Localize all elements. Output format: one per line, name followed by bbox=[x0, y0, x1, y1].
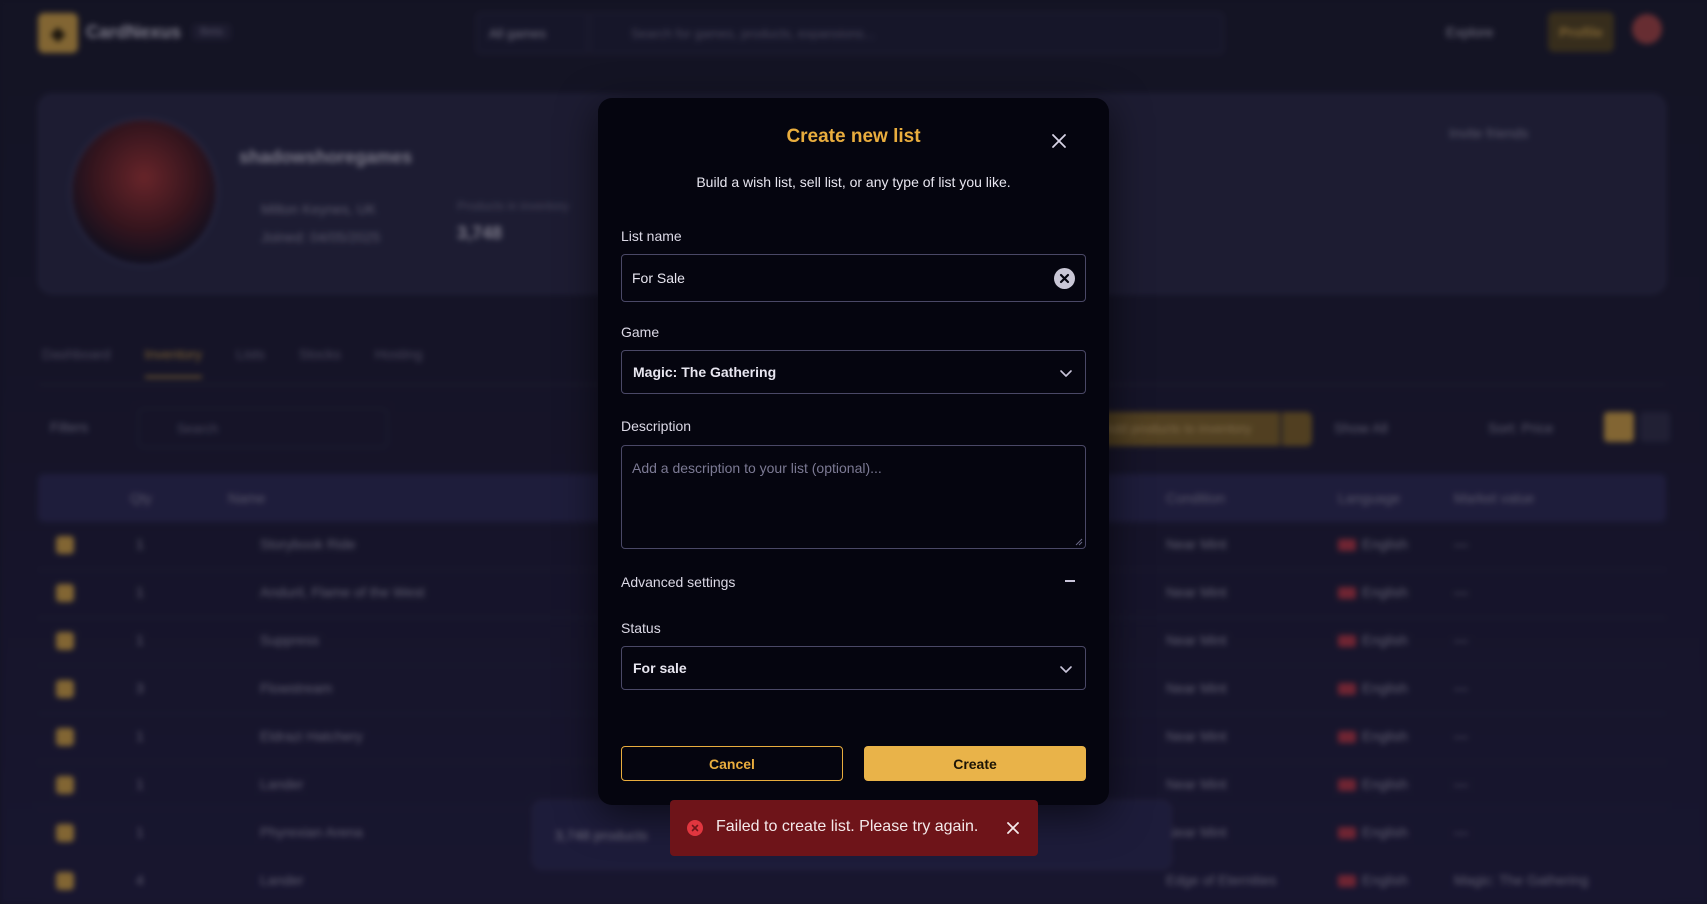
clear-icon bbox=[1059, 273, 1070, 284]
advanced-settings-label[interactable]: Advanced settings bbox=[621, 574, 735, 590]
close-button[interactable] bbox=[1044, 126, 1074, 156]
game-select[interactable]: Magic: The Gathering bbox=[621, 350, 1086, 394]
status-select[interactable]: For sale bbox=[621, 646, 1086, 690]
create-list-modal: Create new list Build a wish list, sell … bbox=[598, 98, 1109, 805]
modal-title: Create new list bbox=[786, 126, 921, 147]
toast-message: Failed to create list. Please try again. bbox=[716, 818, 979, 835]
chevron-down-icon bbox=[1060, 370, 1072, 377]
description-textarea[interactable]: Add a description to your list (optional… bbox=[621, 445, 1086, 549]
game-label: Game bbox=[621, 324, 660, 340]
status-label: Status bbox=[621, 620, 661, 636]
collapse-icon[interactable] bbox=[1061, 574, 1081, 588]
error-toast: Failed to create list. Please try again. bbox=[670, 800, 1038, 856]
close-icon bbox=[1052, 134, 1066, 148]
list-name-value: For Sale bbox=[632, 270, 685, 286]
chevron-down-icon bbox=[1060, 666, 1072, 673]
clear-input-button[interactable] bbox=[1054, 268, 1075, 289]
close-icon bbox=[1007, 822, 1019, 834]
description-placeholder: Add a description to your list (optional… bbox=[632, 460, 882, 476]
create-button[interactable]: Create bbox=[864, 746, 1086, 781]
description-label: Description bbox=[621, 418, 692, 434]
cancel-button[interactable]: Cancel bbox=[621, 746, 843, 781]
list-name-label: List name bbox=[621, 228, 682, 244]
list-name-input[interactable]: For Sale bbox=[621, 254, 1086, 302]
modal-subtitle: Build a wish list, sell list, or any typ… bbox=[696, 174, 1011, 190]
game-value: Magic: The Gathering bbox=[633, 364, 777, 380]
resize-handle-icon[interactable] bbox=[1075, 538, 1083, 546]
toast-close-button[interactable] bbox=[1004, 819, 1022, 837]
error-icon bbox=[687, 820, 703, 836]
status-value: For sale bbox=[633, 660, 687, 676]
